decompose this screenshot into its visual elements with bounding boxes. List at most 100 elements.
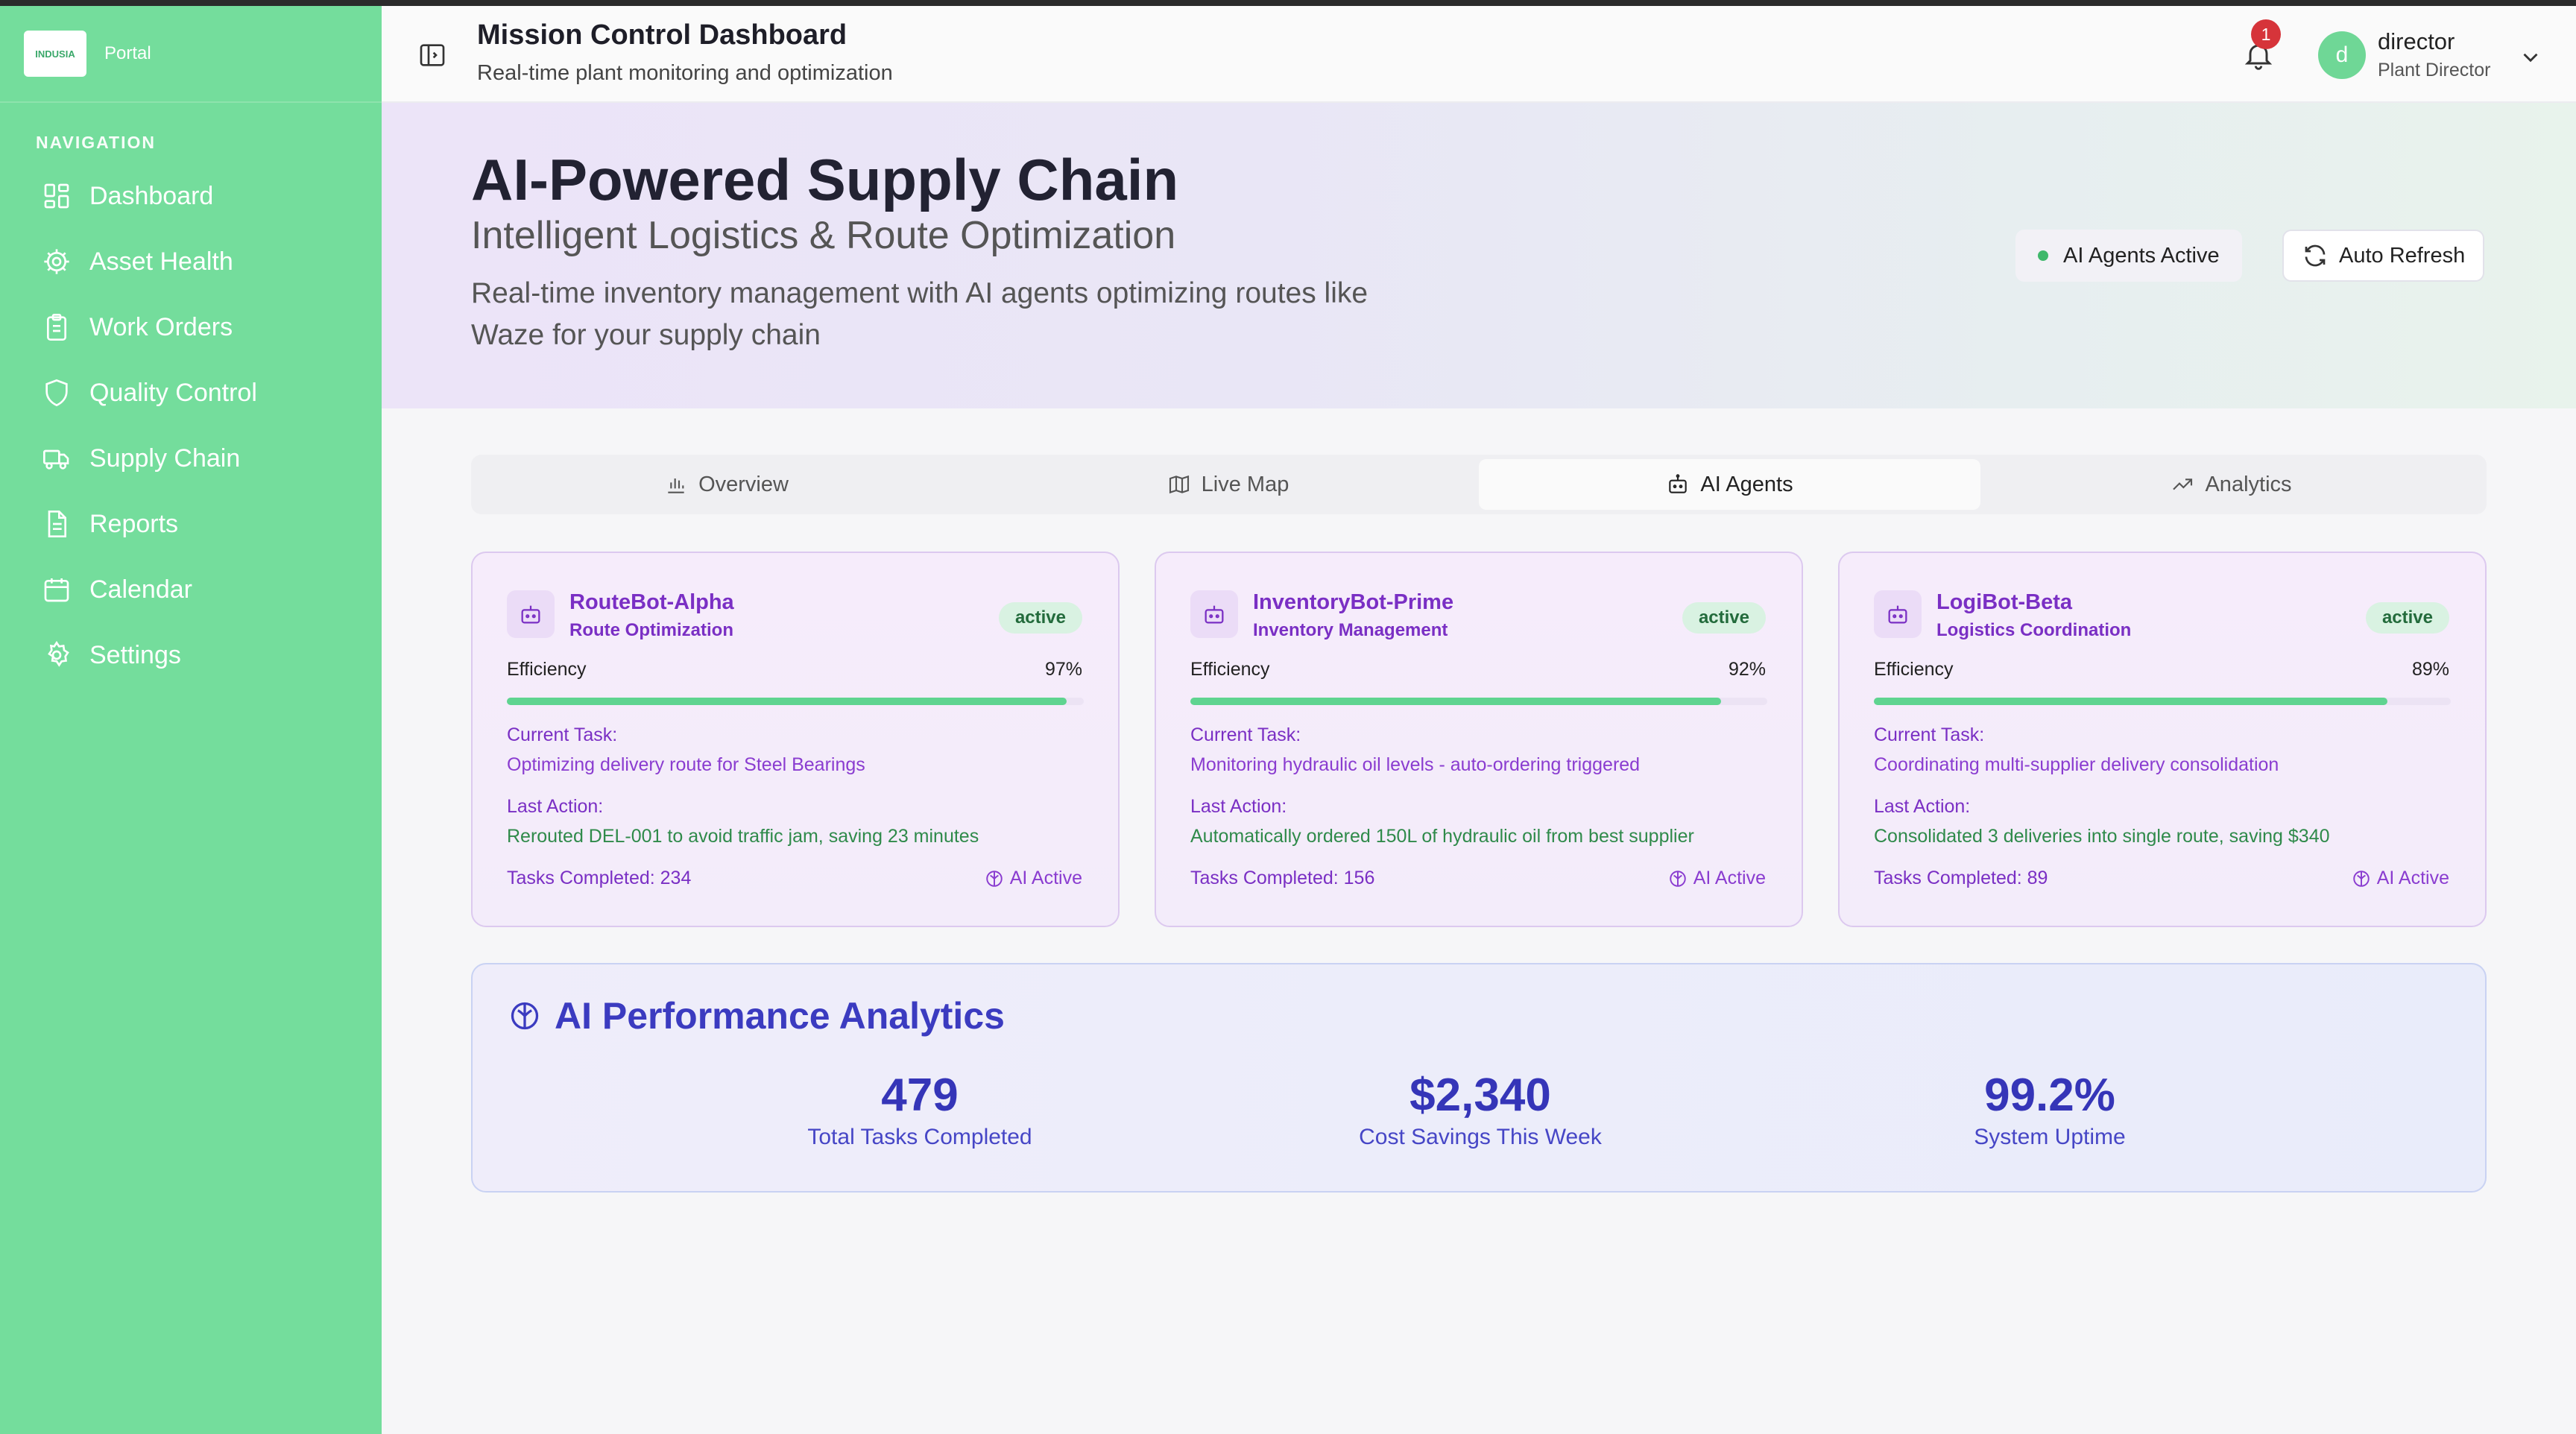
efficiency-bar-fill <box>507 698 1067 705</box>
gear-icon <box>44 249 69 274</box>
sidebar-item-settings[interactable]: Settings <box>0 622 382 688</box>
efficiency-bar <box>507 698 1084 705</box>
shield-icon <box>45 379 68 407</box>
sidebar-item-label: Dashboard <box>89 181 214 210</box>
bot-icon <box>1669 474 1688 493</box>
sidebar-item-label: Work Orders <box>89 312 233 341</box>
hero-banner: AI-Powered Supply Chain Intelligent Logi… <box>382 103 2576 408</box>
stat-label: Cost Savings This Week <box>1359 1125 1602 1149</box>
ai-active-indicator: AI Active <box>1668 868 1766 889</box>
tab-ai-agents[interactable]: AI Agents <box>1479 459 1980 510</box>
stat-label: Total Tasks Completed <box>807 1125 1032 1149</box>
page-subtitle: Real-time plant monitoring and optimizat… <box>477 61 893 85</box>
auto-refresh-button[interactable]: Auto Refresh <box>2282 230 2485 282</box>
efficiency-bar <box>1190 698 1767 705</box>
current-task: Coordinating multi-supplier delivery con… <box>1874 754 2279 775</box>
brain-icon <box>2353 870 2370 887</box>
last-action-label: Last Action: <box>1874 796 1971 817</box>
avatar[interactable]: d <box>2318 31 2366 79</box>
analytics-title-text: AI Performance Analytics <box>555 995 1005 1037</box>
bot-icon <box>1190 590 1238 638</box>
current-task: Monitoring hydraulic oil levels - auto-o… <box>1190 754 1641 775</box>
efficiency-label: Efficiency <box>1874 659 1954 680</box>
sidebar-item-asset-health[interactable]: Asset Health <box>0 229 382 294</box>
brain-icon <box>986 870 1003 887</box>
agent-role: Route Optimization <box>569 620 733 640</box>
clipboard-icon <box>47 314 66 341</box>
settings-icon <box>48 640 69 667</box>
tab-live-map[interactable]: Live Map <box>977 459 1479 510</box>
user-role: Plant Director <box>2378 60 2491 80</box>
sidebar: INDUSIA Portal NAVIGATION Dashboard Asse… <box>0 6 382 1434</box>
sidebar-item-quality-control[interactable]: Quality Control <box>0 360 382 426</box>
efficiency-label: Efficiency <box>507 659 587 680</box>
sidebar-item-label: Reports <box>89 509 179 538</box>
trend-icon <box>2173 478 2193 490</box>
ai-active-indicator: AI Active <box>985 868 1082 889</box>
last-action-label: Last Action: <box>1190 796 1287 817</box>
hero-description: Real-time inventory management with AI a… <box>471 277 1368 351</box>
tasks-completed: Tasks Completed: 156 <box>1190 868 1375 888</box>
stat-value: 479 <box>881 1070 959 1121</box>
stat-label: System Uptime <box>1974 1125 2126 1149</box>
stat-system-uptime: 99.2% System Uptime <box>1826 1069 2273 1150</box>
tasks-completed: Tasks Completed: 89 <box>1874 868 2048 888</box>
window-top-edge <box>0 0 2576 6</box>
brand: INDUSIA Portal <box>0 6 382 103</box>
ai-active-indicator: AI Active <box>2352 868 2449 889</box>
agent-card[interactable]: LogiBot-Beta Logistics Coordination acti… <box>1838 552 2487 927</box>
bot-icon <box>1874 590 1922 638</box>
analytics-title: AI Performance Analytics <box>508 994 1005 1037</box>
efficiency-bar <box>1874 698 2451 705</box>
agent-card[interactable]: RouteBot-Alpha Route Optimization active… <box>471 552 1120 927</box>
tab-analytics[interactable]: Analytics <box>1980 459 2482 510</box>
status-badge: active <box>1682 602 1766 634</box>
sidebar-item-label: Calendar <box>89 575 192 604</box>
sidebar-item-dashboard[interactable]: Dashboard <box>0 163 382 229</box>
agent-name: LogiBot-Beta <box>1936 590 2073 614</box>
notification-badge: 1 <box>2251 19 2281 49</box>
tab-label: Overview <box>698 472 789 496</box>
status-dot <box>2038 250 2048 261</box>
tab-bar: Overview Live Map AI Agents Analytics <box>471 455 2487 514</box>
status-badge: active <box>998 602 1082 634</box>
nav-heading: NAVIGATION <box>36 133 156 152</box>
truck-icon <box>42 449 69 470</box>
ai-performance-analytics: AI Performance Analytics 479 Total Tasks… <box>471 963 2487 1193</box>
sidebar-toggle-icon[interactable] <box>417 40 447 70</box>
brain-icon <box>1670 870 1686 887</box>
sidebar-item-reports[interactable]: Reports <box>0 491 382 557</box>
efficiency-label: Efficiency <box>1190 659 1270 680</box>
last-action-label: Last Action: <box>507 796 604 817</box>
tab-label: AI Agents <box>1700 472 1793 496</box>
sidebar-item-label: Asset Health <box>89 247 233 276</box>
top-header: Mission Control Dashboard Real-time plan… <box>382 6 2576 103</box>
efficiency-value: 97% <box>1044 659 1082 680</box>
portal-label: Portal <box>104 43 151 63</box>
last-action: Consolidated 3 deliveries into single ro… <box>1874 826 2330 847</box>
ai-agents-status-label: AI Agents Active <box>2063 243 2220 268</box>
status-badge: active <box>2365 602 2449 634</box>
ai-active-label: AI Active <box>1693 868 1766 888</box>
sidebar-item-label: Quality Control <box>89 378 257 407</box>
chevron-down-icon[interactable] <box>2518 45 2543 70</box>
tab-label: Live Map <box>1201 472 1289 496</box>
brain-icon <box>511 1002 539 1030</box>
agent-card[interactable]: InventoryBot-Prime Inventory Management … <box>1155 552 1803 927</box>
agent-role: Inventory Management <box>1253 620 1448 640</box>
tab-overview[interactable]: Overview <box>476 459 977 510</box>
ai-agents-status-pill: AI Agents Active <box>2015 230 2242 282</box>
efficiency-value: 92% <box>1728 659 1766 680</box>
agent-name: InventoryBot-Prime <box>1253 590 1454 614</box>
agent-name: RouteBot-Alpha <box>569 590 734 614</box>
sidebar-item-supply-chain[interactable]: Supply Chain <box>0 426 382 491</box>
logo[interactable]: INDUSIA <box>24 31 86 77</box>
sidebar-item-calendar[interactable]: Calendar <box>0 557 382 622</box>
current-task: Optimizing delivery route for Steel Bear… <box>507 754 865 775</box>
bar-chart-icon <box>668 478 684 493</box>
sidebar-nav: Dashboard Asset Health Work Orders Quali… <box>0 163 382 688</box>
sidebar-item-work-orders[interactable]: Work Orders <box>0 294 382 360</box>
hero-title: AI-Powered Supply Chain <box>471 147 1179 212</box>
user-name[interactable]: director <box>2378 28 2455 55</box>
efficiency-bar-fill <box>1190 698 1722 705</box>
